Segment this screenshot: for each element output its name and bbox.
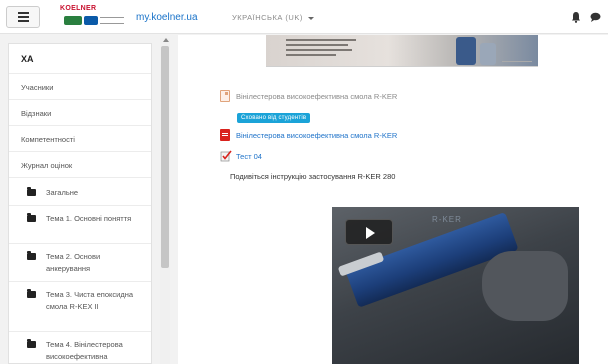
scroll-up-arrow-icon[interactable] bbox=[163, 38, 169, 42]
language-label: УКРАЇНСЬКА (UK) bbox=[232, 13, 303, 22]
sidebar-item-badges[interactable]: Відзнаки bbox=[9, 100, 151, 126]
file-icon bbox=[220, 90, 230, 102]
sidebar-item-grades[interactable]: Журнал оцінок bbox=[9, 152, 151, 178]
logo-brand-text: KOELNER bbox=[60, 5, 97, 12]
activity-pdf[interactable]: Вінілестерова високоефективна смола R-KE… bbox=[220, 129, 397, 141]
course-banner-image bbox=[266, 35, 538, 67]
folder-icon bbox=[27, 289, 36, 298]
bell-icon[interactable] bbox=[571, 11, 581, 23]
video-watermark: R-KER bbox=[432, 215, 462, 224]
chevron-down-icon bbox=[307, 16, 314, 20]
activity-link[interactable]: Вінілестерова високоефективна смола R-KE… bbox=[236, 92, 397, 101]
play-button[interactable] bbox=[345, 219, 393, 245]
sidebar-section-topic-2[interactable]: Тема 2. Основи анкерування bbox=[9, 244, 151, 282]
course-title[interactable]: ХА bbox=[9, 44, 151, 74]
folder-icon bbox=[27, 187, 36, 196]
language-menu[interactable]: УКРАЇНСЬКА (UK) bbox=[232, 13, 314, 22]
chat-icon[interactable] bbox=[590, 12, 601, 22]
activity-link[interactable]: Тест 04 bbox=[236, 152, 262, 161]
folder-icon bbox=[27, 213, 36, 222]
activity-link[interactable]: Вінілестерова високоефективна смола R-KE… bbox=[236, 131, 397, 140]
activity-quiz[interactable]: Тест 04 bbox=[220, 150, 262, 162]
sidebar-section-topic-4[interactable]: Тема 4. Вінілестерова високоефективна bbox=[9, 332, 151, 363]
sidebar-item-participants[interactable]: Учасники bbox=[9, 74, 151, 100]
sidebar-section-topic-1[interactable]: Тема 1. Основні поняття bbox=[9, 206, 151, 244]
quiz-icon bbox=[220, 150, 232, 162]
sidebar-section-label: Тема 1. Основні поняття bbox=[46, 214, 132, 223]
site-logo[interactable]: KOELNER bbox=[58, 5, 126, 29]
sidebar-section-label: Тема 3. Чиста епоксидна смола R-KEX II bbox=[46, 290, 134, 311]
sidebar-section-label: Тема 2. Основи анкерування bbox=[46, 252, 101, 273]
menu-toggle-button[interactable] bbox=[6, 6, 40, 28]
instruction-text: Подивіться інструкцію застосування R-KER… bbox=[230, 172, 396, 181]
sidebar-section-topic-3[interactable]: Тема 3. Чиста епоксидна смола R-KEX II bbox=[9, 282, 151, 332]
sidebar-section-label: Загальне bbox=[46, 188, 79, 197]
activity-resource[interactable]: Вінілестерова високоефективна смола R-KE… bbox=[220, 90, 397, 102]
hand-image bbox=[482, 251, 568, 321]
sidebar-section-general[interactable]: Загальне bbox=[9, 178, 151, 206]
course-sidebar: ХА Учасники Відзнаки Компетентності Журн… bbox=[8, 43, 152, 364]
hidden-from-students-badge: Сховано від студентів bbox=[237, 113, 311, 123]
course-content: Вінілестерова високоефективна смола R-KE… bbox=[178, 35, 608, 364]
pdf-icon bbox=[220, 129, 230, 141]
sidebar-scroll-thumb[interactable] bbox=[161, 46, 169, 268]
top-navbar: KOELNER my.koelner.ua УКРАЇНСЬКА (UK) bbox=[0, 0, 608, 34]
video-player[interactable]: R-KER bbox=[332, 207, 579, 364]
sidebar-item-competencies[interactable]: Компетентності bbox=[9, 126, 151, 152]
sidebar-section-label: Тема 4. Вінілестерова високоефективна bbox=[46, 340, 123, 361]
folder-icon bbox=[27, 251, 36, 260]
folder-icon bbox=[27, 339, 36, 348]
site-link[interactable]: my.koelner.ua bbox=[136, 12, 198, 23]
